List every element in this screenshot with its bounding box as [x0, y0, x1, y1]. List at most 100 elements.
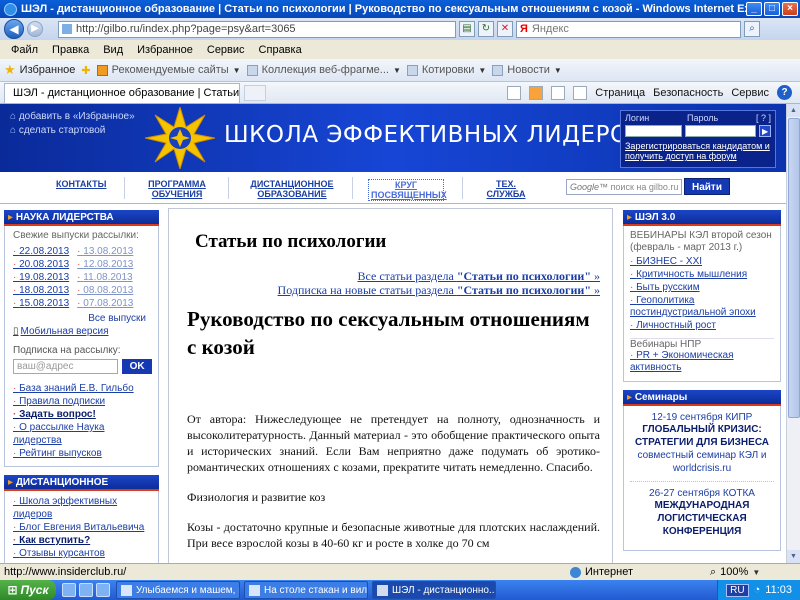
zoom-control[interactable]: ⌕ 100% ▼	[710, 566, 800, 579]
issue-link[interactable]: 07.08.2013	[77, 297, 133, 310]
favorites-button[interactable]: ★ Избранное	[4, 62, 75, 78]
tray-icon[interactable]: ◔	[754, 584, 761, 596]
ask-question-link[interactable]: Задать вопрос!	[13, 408, 152, 421]
stop-icon[interactable]: ✕	[497, 21, 513, 37]
fav-suggested-sites[interactable]: Рекомендуемые сайты ▼	[96, 64, 241, 76]
page-viewport: добавить в «Избранное» сделать стартовой…	[0, 104, 786, 563]
webinar-link[interactable]: Личностный рост	[630, 320, 774, 332]
nav-distance[interactable]: ДИСТАНЦИОННОЕ ОБРАЗОВАНИЕ	[248, 179, 336, 199]
how-to-join-link[interactable]: Как вступить?	[13, 534, 152, 547]
search-go-icon[interactable]: ⌕	[744, 21, 760, 37]
home-icon[interactable]	[507, 85, 522, 100]
maximize-button[interactable]: □	[764, 2, 780, 16]
print-icon[interactable]	[573, 85, 588, 100]
seminar-item[interactable]: 12-19 сентября КИПР ГЛОБАЛЬНЫЙ КРИЗИС: С…	[630, 406, 774, 482]
menu-file[interactable]: Файл	[4, 44, 45, 56]
cmd-safety[interactable]: Безопасность	[653, 87, 723, 99]
close-button[interactable]: ×	[782, 2, 798, 16]
start-button[interactable]: ⊞ Пуск	[0, 580, 56, 600]
quick-launch-icon[interactable]	[96, 583, 110, 597]
nav-contacts[interactable]: КОНТАКТЫ	[56, 179, 106, 189]
fav-news[interactable]: Новости ▼	[492, 64, 562, 76]
issue-link[interactable]: 15.08.2013	[13, 297, 69, 310]
password-input[interactable]	[685, 125, 757, 137]
make-homepage-link[interactable]: сделать стартовой	[10, 124, 135, 138]
seminar-item[interactable]: 26-27 сентября КОТКА МЕЖДУНАРОДНАЯ ЛОГИС…	[630, 482, 774, 544]
new-tab-button[interactable]	[244, 84, 266, 101]
issue-link[interactable]: 22.08.2013	[13, 245, 69, 258]
forward-button[interactable]: ▶	[27, 21, 43, 37]
mail-icon[interactable]	[551, 85, 566, 100]
taskbar-item[interactable]: На столе стакан и вилк...	[244, 581, 368, 599]
all-articles-link[interactable]: Все статьи раздела "Статьи по психологии…	[358, 269, 600, 283]
issue-link[interactable]: 13.08.2013	[77, 245, 133, 258]
quick-launch-icon[interactable]	[79, 583, 93, 597]
npr-link[interactable]: PR + Экономическая активность	[630, 350, 774, 374]
scroll-up-icon[interactable]: ▲	[787, 104, 800, 117]
email-field[interactable]: ваш@адрес	[13, 359, 119, 374]
menu-view[interactable]: Вид	[96, 44, 130, 56]
scroll-thumb[interactable]	[788, 118, 800, 418]
menu-help[interactable]: Справка	[252, 44, 309, 56]
add-favorite-icon[interactable]: ✚	[81, 64, 90, 77]
issue-link[interactable]: 19.08.2013	[13, 271, 69, 284]
taskbar-item-active[interactable]: ШЭЛ - дистанционно...	[372, 581, 496, 599]
add-to-favorites-link[interactable]: добавить в «Избранное»	[10, 110, 135, 124]
subscribe-rules-link[interactable]: Правила подписки	[13, 395, 152, 408]
back-button[interactable]: ◀	[4, 19, 24, 39]
feeds-icon[interactable]	[529, 85, 544, 100]
login-help-link[interactable]: [ ? ]	[756, 113, 771, 123]
knowledge-base-link[interactable]: База знаний Е.В. Гильбо	[13, 382, 152, 395]
webinar-link[interactable]: БИЗНЕС - XXI	[630, 256, 774, 268]
webinar-link[interactable]: Геополитика постиндустриальной эпохи	[630, 295, 774, 319]
quick-launch-icon[interactable]	[62, 583, 76, 597]
fav-web-slice[interactable]: Коллекция веб-фрагме... ▼	[246, 64, 401, 76]
nav-program[interactable]: ПРОГРАММА ОБУЧЕНИЯ	[145, 179, 209, 199]
menu-tools[interactable]: Сервис	[200, 44, 252, 56]
web-slice-icon	[246, 64, 258, 76]
cmd-tools[interactable]: Сервис	[731, 87, 769, 99]
find-button[interactable]: Найти	[684, 178, 730, 195]
zoom-level: 100%	[720, 566, 749, 578]
minimize-button[interactable]: _	[746, 2, 762, 16]
webinar-link[interactable]: Критичность мышления	[630, 269, 774, 281]
browser-search-input[interactable]: Я Яндекс	[516, 20, 741, 38]
subscribe-articles-link[interactable]: Подписка на новые статьи раздела "Статьи…	[278, 283, 600, 297]
help-icon[interactable]: ?	[777, 85, 792, 100]
webinar-link[interactable]: Быть русским	[630, 282, 774, 294]
vertical-scrollbar[interactable]: ▲ ▼	[786, 104, 800, 563]
issue-link[interactable]: 11.08.2013	[77, 271, 133, 284]
nav-support[interactable]: ТЕХ. СЛУЖБА	[482, 179, 530, 199]
compatibility-icon[interactable]: ▤	[459, 21, 475, 37]
taskbar-item[interactable]: Улыбаемся и машем, па...	[116, 581, 240, 599]
site-search-input[interactable]: Google™ поиск на gilbo.ru	[566, 179, 682, 195]
login-submit-button[interactable]: ▶	[759, 125, 771, 137]
fav-quotes[interactable]: Котировки ▼	[406, 64, 486, 76]
mobile-version-link[interactable]: Мобильная версия	[13, 326, 152, 337]
cmd-page[interactable]: Страница	[595, 87, 645, 99]
all-issues-link[interactable]: Все выпуски	[13, 313, 152, 324]
site-search-placeholder: поиск на gilbo.ru	[610, 182, 679, 192]
refresh-icon[interactable]: ↻	[478, 21, 494, 37]
language-indicator[interactable]: RU	[726, 583, 749, 597]
reviews-link[interactable]: Отзывы курсантов	[13, 547, 152, 560]
blog-link[interactable]: Блог Евгения Витальевича	[13, 521, 152, 534]
issue-link[interactable]: 12.08.2013	[77, 258, 133, 271]
tab-current[interactable]: ШЭЛ - дистанционное образование | Статьи…	[4, 82, 240, 103]
nav-circle[interactable]: КРУГ ПОСВЯЩЕННЫХ	[368, 179, 447, 201]
scroll-down-icon[interactable]: ▼	[787, 550, 800, 563]
security-zone[interactable]: Интернет	[570, 566, 710, 578]
menu-edit[interactable]: Правка	[45, 44, 96, 56]
register-link[interactable]: Зарегистрироваться кандидатом и получить…	[625, 141, 771, 161]
menu-favorites[interactable]: Избранное	[130, 44, 200, 56]
address-input[interactable]: http://gilbo.ru/index.php?page=psy&art=3…	[58, 20, 456, 38]
issue-link[interactable]: 18.08.2013	[13, 284, 69, 297]
subscribe-ok-button[interactable]: OK	[122, 359, 152, 374]
issue-link[interactable]: 08.08.2013	[77, 284, 133, 297]
issues-rating-link[interactable]: Рейтинг выпусков	[13, 447, 152, 460]
issue-link[interactable]: 20.08.2013	[13, 258, 69, 271]
about-newsletter-link[interactable]: О рассылке Наука лидерства	[13, 421, 152, 447]
login-input[interactable]	[625, 125, 683, 137]
school-link[interactable]: Школа эффективных лидеров	[13, 495, 152, 521]
page-icon	[62, 24, 72, 34]
